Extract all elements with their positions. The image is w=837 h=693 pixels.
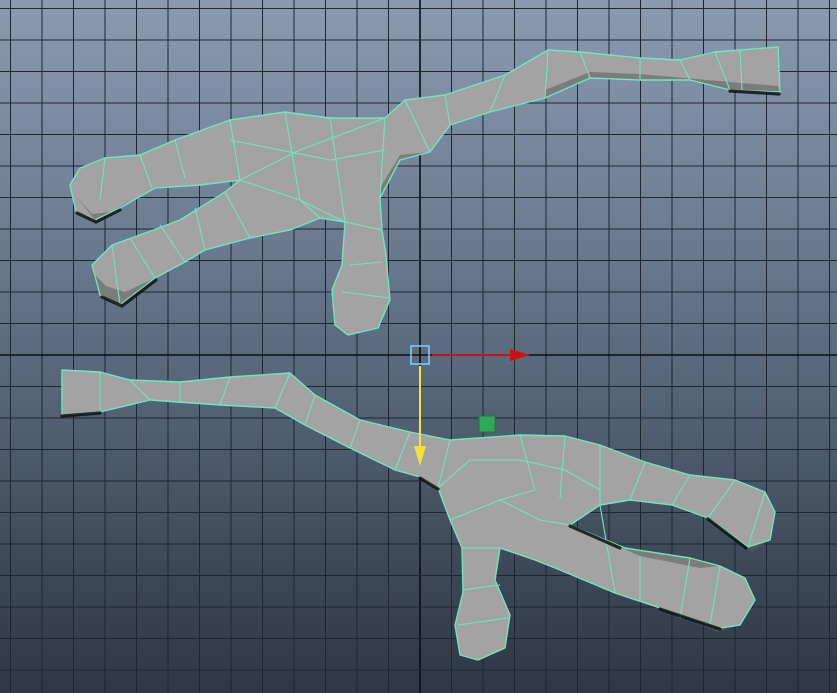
scene-objects [60,46,781,661]
x-axis-arrow-icon[interactable] [510,349,530,361]
move-center-square-icon[interactable] [410,345,430,365]
plane-handle-icon[interactable] [478,415,496,433]
lower-hand-mesh[interactable] [60,369,776,661]
perspective-viewport[interactable] [0,0,837,693]
upper-hand-mesh[interactable] [69,46,781,336]
